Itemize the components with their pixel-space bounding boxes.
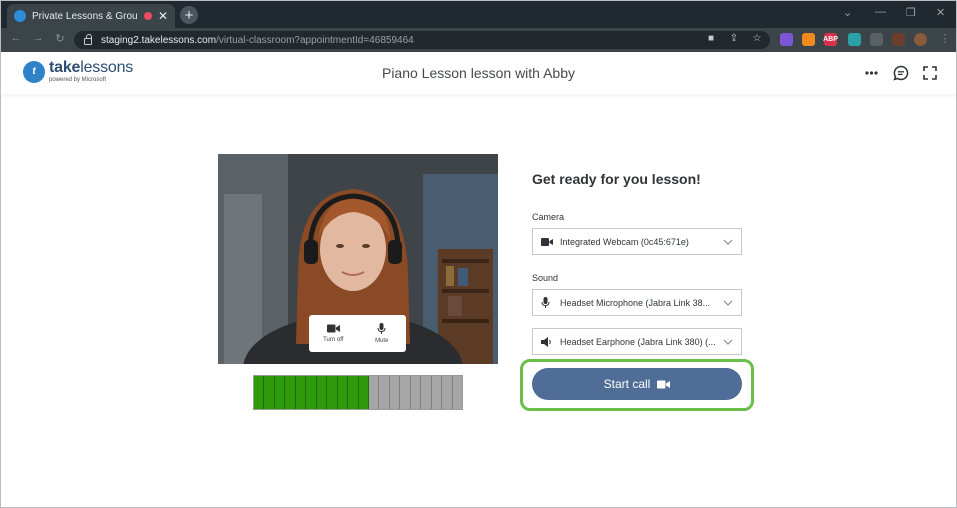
meter-segment [452,376,463,409]
chevron-down-icon [723,239,733,245]
camera-toggle-button[interactable]: Turn off [309,315,358,352]
back-icon[interactable]: ← [9,32,23,46]
speaker-select[interactable]: Headset Earphone (Jabra Link 380) (... [532,328,742,355]
camera-select[interactable]: Integrated Webcam (0c45:671e) [532,228,742,255]
tab-title: Private Lessons & Group Cla [32,10,138,22]
microphone-icon [541,297,553,308]
lock-icon [84,34,92,45]
camera-select-value: Integrated Webcam (0c45:671e) [560,236,689,247]
reload-icon[interactable]: ↻ [53,32,67,46]
chevron-down-icon [723,339,733,345]
mute-button[interactable]: Mute [358,315,407,352]
lesson-title: Piano Lesson lesson with Abby [381,65,575,81]
bookmark-star-icon[interactable]: ☆ [752,34,762,44]
browser-menu-icon[interactable]: ⋮ [938,32,952,46]
meter-segment [400,376,411,409]
profile-avatar[interactable] [914,33,927,46]
extension-gray-icon[interactable] [870,33,883,46]
url-host: staging2.takelessons.com [101,34,217,46]
meter-segment [348,376,359,409]
meter-segment [410,376,422,409]
browser-tab[interactable]: Private Lessons & Group Cla ✕ [7,4,175,28]
chevron-down-icon [723,300,733,306]
meter-segment [295,376,307,409]
meter-segment [358,376,369,409]
camera-in-use-icon[interactable]: ■ [706,34,716,44]
recording-indicator-icon [143,12,152,20]
microphone-icon [377,323,386,334]
more-horizontal-icon[interactable] [863,64,880,81]
meter-segment [316,376,328,409]
tab-close-icon[interactable]: ✕ [158,10,168,22]
microphone-select[interactable]: Headset Microphone (Jabra Link 38... [532,289,742,316]
app-window: Private Lessons & Group Cla ✕ + ⌄ — ❐ ✕ … [0,0,957,508]
window-close-icon[interactable]: ✕ [936,6,945,19]
meter-segment [442,376,453,409]
share-icon[interactable]: ⇪ [729,34,739,44]
meter-segment [337,376,349,409]
camera-toggle-label: Turn off [323,337,344,343]
audio-level-meter [253,375,463,410]
forward-icon[interactable]: → [31,32,45,46]
meter-segment [327,376,338,409]
extension-purple-icon[interactable] [780,33,793,46]
video-camera-icon [326,324,340,333]
minimize-icon[interactable]: — [875,6,886,18]
meter-segment [264,376,275,409]
url-path: /virtual-classroom?appointmentId=4685946… [216,34,414,46]
chat-icon[interactable] [892,64,909,81]
meter-segment [368,376,380,409]
new-tab-button[interactable]: + [180,6,198,24]
setup-heading: Get ready for you lesson! [532,171,701,187]
address-bar[interactable]: staging2.takelessons.com/virtual-classro… [74,31,770,49]
adblock-extension-icon[interactable]: ABP [823,33,838,46]
meter-segment [379,376,390,409]
tab-search-icon[interactable]: ⌄ [843,6,852,19]
start-call-button[interactable]: Start call [532,368,742,400]
browser-tab-strip: Private Lessons & Group Cla ✕ + ⌄ — ❐ ✕ [1,1,956,28]
meter-segment [421,376,432,409]
meter-segment [389,376,401,409]
favicon-icon [14,10,26,22]
microphone-select-value: Headset Microphone (Jabra Link 38... [560,297,711,308]
mute-label: Mute [375,338,389,344]
restore-icon[interactable]: ❐ [906,6,916,19]
media-controls: Turn off Mute [309,315,406,352]
start-call-label: Start call [603,377,651,391]
extension-teal-icon[interactable] [848,33,861,46]
app-header: t takelessons powered by Microsoft Piano… [1,52,956,94]
camera-label: Camera [532,212,565,222]
meter-segment [285,376,296,409]
sound-label: Sound [532,273,559,283]
speaker-icon [541,336,553,347]
meter-segment [274,376,286,409]
extension-orange-icon[interactable] [802,33,815,46]
video-camera-icon [541,237,553,247]
meter-segment [254,376,265,409]
meter-segment [431,376,443,409]
extension-brown-icon[interactable] [892,33,905,46]
video-camera-icon [657,380,671,388]
browser-toolbar: ← → ↻ staging2.takelessons.com/virtual-c… [1,28,956,52]
meter-segment [306,376,317,409]
fullscreen-icon[interactable] [921,64,938,81]
speaker-select-value: Headset Earphone (Jabra Link 380) (... [560,336,716,347]
